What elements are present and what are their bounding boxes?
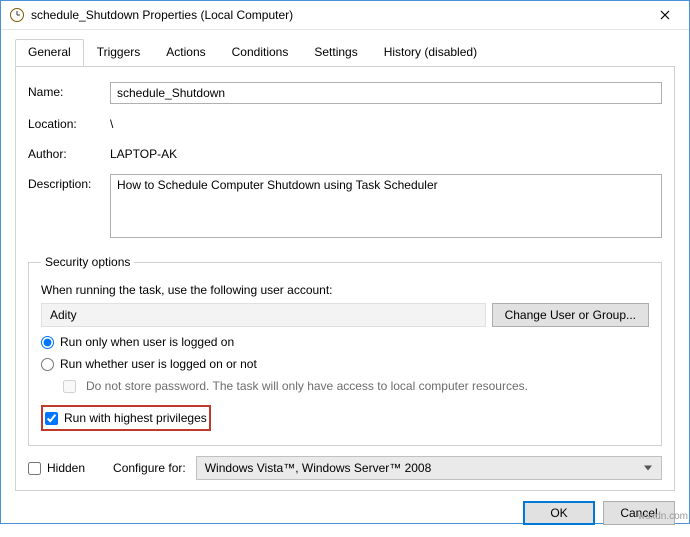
run-whether-radio-input[interactable] <box>41 358 54 371</box>
tab-actions[interactable]: Actions <box>153 39 218 66</box>
run-whether-radio[interactable]: Run whether user is logged on or not <box>41 357 649 371</box>
run-logged-on-radio[interactable]: Run only when user is logged on <box>41 335 649 349</box>
author-label: Author: <box>28 144 110 161</box>
general-tab-page: Name: Location: \ Author: LAPTOP-AK Desc… <box>15 66 675 491</box>
client-area: General Triggers Actions Conditions Sett… <box>1 30 689 537</box>
close-button[interactable] <box>645 1 685 29</box>
change-user-button[interactable]: Change User or Group... <box>492 303 649 327</box>
hidden-check[interactable]: Hidden <box>28 461 85 475</box>
name-label: Name: <box>28 82 110 99</box>
footer-row: Hidden Configure for: Windows Vista™, Wi… <box>28 456 662 480</box>
run-whether-label: Run whether user is logged on or not <box>60 357 257 371</box>
window-title: schedule_Shutdown Properties (Local Comp… <box>31 8 645 22</box>
highest-privileges-check[interactable]: Run with highest privileges <box>45 411 207 425</box>
tab-history[interactable]: History (disabled) <box>371 39 490 66</box>
do-not-store-check: Do not store password. The task will onl… <box>63 379 649 393</box>
run-logged-on-label: Run only when user is logged on <box>60 335 234 349</box>
user-account-value: Adity <box>41 303 486 327</box>
properties-window: schedule_Shutdown Properties (Local Comp… <box>0 0 690 524</box>
description-label: Description: <box>28 174 110 191</box>
clock-icon <box>9 7 25 23</box>
tab-strip: General Triggers Actions Conditions Sett… <box>15 39 675 67</box>
tab-conditions[interactable]: Conditions <box>219 39 302 66</box>
tab-settings[interactable]: Settings <box>301 39 370 66</box>
security-options-group: Security options When running the task, … <box>28 255 662 446</box>
watermark: wsxdn.com <box>638 511 688 522</box>
description-input[interactable]: How to Schedule Computer Shutdown using … <box>110 174 662 238</box>
configure-for-label: Configure for: <box>113 461 186 475</box>
security-prompt: When running the task, use the following… <box>41 283 649 297</box>
hidden-label: Hidden <box>47 461 85 475</box>
configure-for-select[interactable]: Windows Vista™, Windows Server™ 2008 <box>196 456 662 480</box>
run-logged-on-radio-input[interactable] <box>41 336 54 349</box>
do-not-store-label: Do not store password. The task will onl… <box>86 379 528 393</box>
name-input[interactable] <box>110 82 662 104</box>
do-not-store-check-input <box>63 380 76 393</box>
dialog-buttons: OK Cancel <box>15 491 675 525</box>
titlebar: schedule_Shutdown Properties (Local Comp… <box>1 1 689 30</box>
tab-general[interactable]: General <box>15 39 84 66</box>
ok-button[interactable]: OK <box>523 501 595 525</box>
configure-for-select-wrap[interactable]: Windows Vista™, Windows Server™ 2008 <box>196 456 662 480</box>
hidden-check-input[interactable] <box>28 462 41 475</box>
security-legend: Security options <box>41 255 134 269</box>
location-value: \ <box>110 114 662 134</box>
tab-triggers[interactable]: Triggers <box>84 39 154 66</box>
highest-privileges-highlight: Run with highest privileges <box>41 405 211 431</box>
location-label: Location: <box>28 114 110 131</box>
highest-privileges-check-input[interactable] <box>45 412 58 425</box>
author-value: LAPTOP-AK <box>110 144 662 164</box>
highest-privileges-label: Run with highest privileges <box>64 411 207 425</box>
